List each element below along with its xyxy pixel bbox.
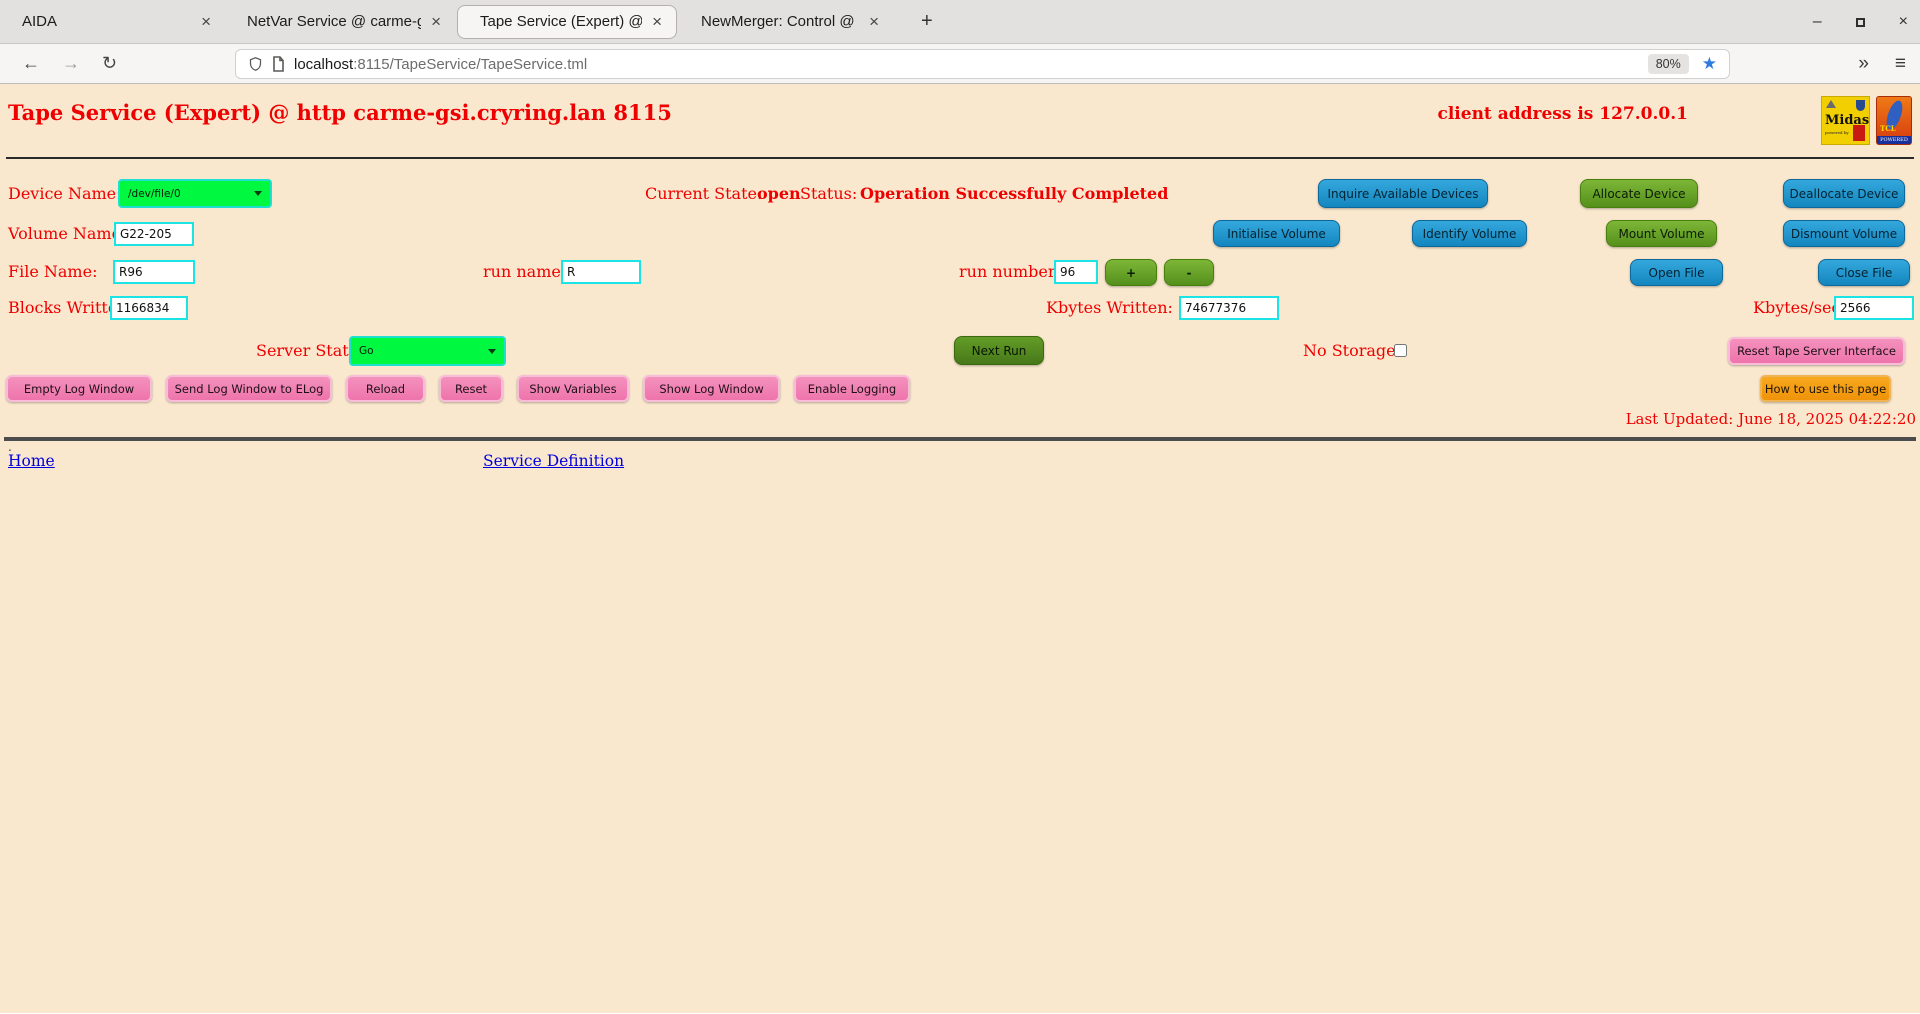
tab-netvar-service[interactable]: NetVar Service @ carme-gsi ×	[225, 0, 455, 44]
minimize-button[interactable]: –	[1813, 13, 1822, 31]
volume-name-input[interactable]	[114, 222, 194, 246]
menu-hamburger-icon[interactable]: ≡	[1895, 53, 1906, 75]
next-run-button[interactable]: Next Run	[954, 336, 1044, 365]
run-number-label: run number:	[959, 258, 1061, 286]
new-tab-button[interactable]: +	[913, 10, 941, 33]
page-info-icon[interactable]	[272, 56, 285, 72]
reload-button[interactable]: Reload	[346, 375, 425, 402]
back-icon[interactable]: ←	[22, 53, 40, 74]
allocate-device-button[interactable]: Allocate Device	[1580, 179, 1698, 208]
tab-close-icon[interactable]: ×	[201, 12, 211, 32]
kbytes-sec-input[interactable]	[1834, 296, 1914, 320]
shield-icon[interactable]	[248, 56, 263, 72]
window-controls: – ×	[1813, 0, 1908, 44]
inquire-available-devices-button[interactable]: Inquire Available Devices	[1318, 179, 1488, 208]
tab-tape-service-active[interactable]: Tape Service (Expert) @ carm ×	[457, 5, 677, 39]
file-name-label: File Name:	[8, 258, 97, 286]
device-name-label: Device Name:	[8, 178, 122, 210]
show-log-window-button[interactable]: Show Log Window	[643, 375, 780, 402]
run-number-input[interactable]	[1054, 260, 1098, 284]
kbytes-written-label: Kbytes Written:	[1046, 295, 1173, 321]
status-label: Status:	[800, 178, 857, 210]
tab-title: AIDA	[22, 13, 57, 30]
reset-button[interactable]: Reset	[439, 375, 503, 402]
tab-close-icon[interactable]: ×	[869, 12, 879, 32]
kbytes-sec-label: Kbytes/sec:	[1753, 295, 1846, 321]
tab-title: Tape Service (Expert) @ carm	[480, 13, 642, 30]
how-to-use-this-page-button[interactable]: How to use this page	[1760, 375, 1891, 402]
open-file-button[interactable]: Open File	[1630, 259, 1723, 286]
no-storage-checkbox[interactable]	[1394, 344, 1407, 357]
close-button[interactable]: ×	[1899, 13, 1908, 31]
page-title: Tape Service (Expert) @ http carme-gsi.c…	[8, 100, 672, 125]
current-state-label: Current State:	[645, 178, 762, 210]
tape-service-page: Tape Service (Expert) @ http carme-gsi.c…	[0, 84, 1920, 1013]
device-name-value: /dev/file/0	[128, 188, 181, 200]
current-state-value: open	[757, 178, 801, 210]
footer-divider	[4, 437, 1916, 441]
kbytes-written-input[interactable]	[1179, 296, 1279, 320]
show-variables-button[interactable]: Show Variables	[517, 375, 629, 402]
tab-close-icon[interactable]: ×	[652, 12, 662, 32]
tab-newmerger[interactable]: NewMerger: Control @ carme ×	[679, 0, 893, 44]
navigation-bar: ← → ↻ localhost:8115/TapeService/TapeSer…	[0, 44, 1920, 84]
midas-red-badge	[1853, 125, 1865, 141]
midas-logo[interactable]: Midas powered by	[1821, 96, 1870, 145]
initialise-volume-button[interactable]: Initialise Volume	[1213, 220, 1340, 247]
reload-icon[interactable]: ↻	[102, 53, 117, 74]
tab-close-icon[interactable]: ×	[431, 12, 441, 32]
enable-logging-button[interactable]: Enable Logging	[794, 375, 910, 402]
blocks-written-input[interactable]	[110, 296, 188, 320]
last-updated-text: Last Updated: June 18, 2025 04:22:20	[1626, 410, 1916, 428]
run-number-increment-button[interactable]: +	[1105, 259, 1157, 286]
service-definition-link[interactable]: Service Definition	[483, 452, 624, 470]
mount-volume-button[interactable]: Mount Volume	[1606, 220, 1717, 247]
server-state-select[interactable]: Go	[349, 336, 506, 366]
tab-bar: AIDA × NetVar Service @ carme-gsi × Tape…	[0, 0, 1920, 44]
deallocate-device-button[interactable]: Deallocate Device	[1783, 179, 1905, 208]
tcl-logo-text: TCL	[1880, 124, 1896, 133]
server-state-value: Go	[359, 345, 374, 357]
zoom-level-badge[interactable]: 80%	[1648, 54, 1689, 74]
maximize-button[interactable]	[1856, 18, 1865, 27]
run-name-input[interactable]	[561, 260, 641, 284]
status-value: Operation Successfully Completed	[860, 178, 1168, 210]
tcl-powered-text: POWERED	[1877, 136, 1911, 144]
identify-volume-button[interactable]: Identify Volume	[1412, 220, 1527, 247]
close-file-button[interactable]: Close File	[1818, 259, 1910, 286]
file-name-input[interactable]	[113, 260, 195, 284]
log-button-row: Empty Log Window Send Log Window to ELog…	[6, 375, 910, 402]
volume-name-label: Volume Name:	[8, 220, 126, 248]
midas-triangle-icon	[1826, 100, 1836, 108]
empty-log-window-button[interactable]: Empty Log Window	[6, 375, 152, 402]
no-storage-label: No Storage	[1303, 335, 1396, 367]
run-number-decrement-button[interactable]: -	[1164, 259, 1214, 286]
bookmark-star-icon[interactable]: ★	[1702, 54, 1717, 74]
run-name-label: run name:	[483, 258, 566, 286]
midas-shield-icon	[1856, 100, 1865, 111]
send-log-window-to-elog-button[interactable]: Send Log Window to ELog	[166, 375, 332, 402]
client-address: client address is 127.0.0.1	[1437, 104, 1688, 124]
chevron-down-icon	[254, 191, 262, 196]
chevron-down-icon	[488, 349, 496, 354]
midas-powered-text: powered by	[1825, 130, 1849, 135]
tab-title: NetVar Service @ carme-gsi	[247, 13, 421, 30]
url-host: localhost	[294, 56, 353, 73]
url-text[interactable]: localhost:8115/TapeService/TapeService.t…	[294, 56, 1639, 73]
tcl-powered-logo[interactable]: TCL POWERED	[1876, 96, 1912, 145]
header-divider	[6, 157, 1914, 159]
overflow-chevrons-icon[interactable]: »	[1858, 53, 1869, 75]
server-state-label: Server State	[256, 335, 358, 367]
tab-aida[interactable]: AIDA ×	[0, 0, 225, 44]
home-link[interactable]: Home	[8, 452, 55, 470]
url-path: :8115/TapeService/TapeService.tml	[353, 56, 587, 73]
forward-icon[interactable]: →	[62, 53, 80, 74]
url-bar[interactable]: localhost:8115/TapeService/TapeService.t…	[235, 49, 1730, 79]
dismount-volume-button[interactable]: Dismount Volume	[1783, 220, 1905, 247]
reset-tape-server-interface-button[interactable]: Reset Tape Server Interface	[1728, 337, 1905, 365]
tab-title: NewMerger: Control @ carme	[701, 13, 859, 30]
logo-group: Midas powered by TCL POWERED	[1821, 96, 1912, 145]
device-name-select[interactable]: /dev/file/0	[118, 179, 272, 208]
